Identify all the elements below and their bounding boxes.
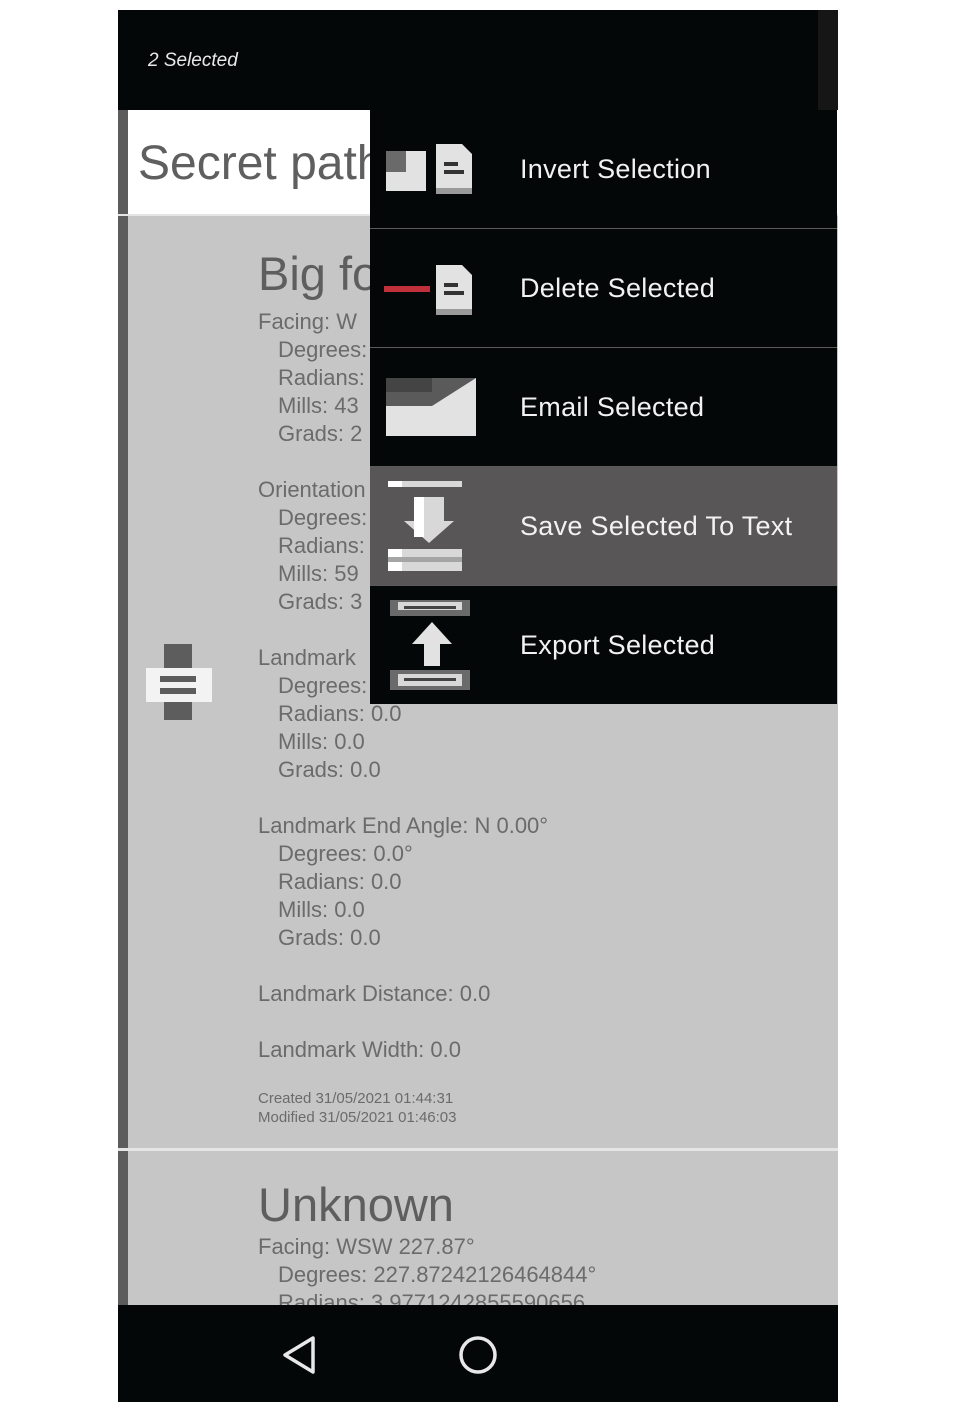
field-line: Grads: 0.0 [278,757,381,782]
selection-marker [118,110,128,214]
modified-timestamp: Modified 31/05/2021 01:46:03 [258,1109,457,1126]
menu-item-label: Delete Selected [520,273,716,303]
export-icon [390,600,470,690]
field-line: Grads: 0.0 [278,925,381,950]
email-icon [386,378,476,436]
menu-item-delete-selected[interactable]: Delete Selected [370,229,837,348]
home-icon[interactable] [458,1335,498,1375]
menu-item-invert-selection[interactable]: Invert Selection [370,110,837,229]
selection-marker [118,216,128,1148]
menu-item-label: Invert Selection [520,154,711,184]
overflow-menu: Invert Selection Delete Selected Email S… [370,110,837,704]
field-line: Degrees: 0.0° [278,841,413,866]
path-item-icon [146,644,212,720]
menu-item-label: Save Selected To Text [520,511,793,541]
save-to-text-icon [388,481,462,571]
field-line: Mills: 0.0 [278,897,365,922]
menu-item-export-selected[interactable]: Export Selected [370,586,837,704]
group-name: Secret path [138,137,384,190]
field-line: Landmark End Angle: N 0.00° [258,813,549,838]
field-line: Landmark Width: 0.0 [258,1037,461,1062]
field-line: Facing: WSW 227.87° [258,1234,475,1259]
menu-item-save-to-text[interactable]: Save Selected To Text [370,467,837,586]
back-icon[interactable] [280,1335,318,1375]
field-line: Mills: 0.0 [278,729,365,754]
field-line: Radians: 0.0 [278,701,402,726]
selection-count: 2 Selected [148,50,238,71]
action-bar: 2 Selected [118,10,838,110]
menu-item-label: Email Selected [520,392,705,422]
item-details: Unknown Facing: WSW 227.87° Degrees: 227.… [258,1177,838,1317]
menu-item-email-selected[interactable]: Email Selected [370,348,837,467]
invert-selection-icon [386,144,472,194]
delete-selected-icon [384,265,472,315]
field-line: Radians: 0.0 [278,869,402,894]
field-line: Landmark Distance: 0.0 [258,981,491,1006]
menu-item-label: Export Selected [520,630,716,660]
item-title: Unknown [258,1178,454,1231]
action-bar-edge [818,10,838,110]
field-line: Degrees: 227.87242126464844° [278,1262,597,1287]
system-nav-bar [118,1305,838,1402]
created-timestamp: Created 31/05/2021 01:44:31 [258,1090,454,1107]
